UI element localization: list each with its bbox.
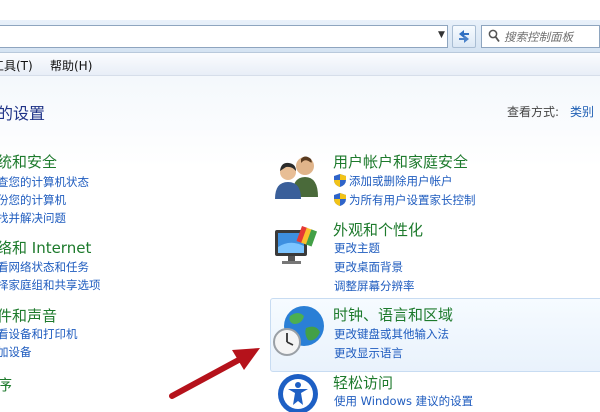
link-change-theme[interactable]: 更改主题: [334, 240, 380, 256]
menu-bar: 工具(T) 帮助(H): [0, 53, 600, 76]
ease-of-access-icon: [278, 374, 318, 412]
category-network-title[interactable]: 络和 Internet: [0, 237, 91, 258]
category-ease-of-access-title[interactable]: 轻松访问: [333, 372, 393, 393]
link-keyboard-input[interactable]: 更改键盘或其他输入法: [334, 326, 449, 342]
refresh-icon: [459, 30, 469, 43]
link-desktop-background[interactable]: 更改桌面背景: [334, 259, 403, 275]
category-user-accounts-title[interactable]: 用户帐户和家庭安全: [333, 151, 468, 172]
chevron-down-icon[interactable]: ▼: [438, 30, 445, 40]
annotation-arrow: [169, 348, 260, 399]
link-troubleshoot[interactable]: 找并解决问题: [0, 210, 66, 226]
link-network-status[interactable]: 看网络状态和任务: [0, 259, 89, 275]
link-homegroup[interactable]: 择家庭组和共享选项: [0, 277, 101, 293]
search-icon: [488, 29, 500, 43]
uac-shield-icon: [334, 193, 346, 206]
monitor-palette-icon: [275, 226, 318, 264]
category-hardware-sound-title[interactable]: 件和声音: [0, 305, 57, 326]
menu-item-tools[interactable]: 工具(T): [0, 57, 33, 74]
category-system-security-title[interactable]: 统和安全: [0, 151, 57, 172]
menu-item-help[interactable]: 帮助(H): [50, 57, 92, 74]
link-display-language[interactable]: 更改显示语言: [334, 345, 403, 361]
refresh-button[interactable]: [452, 25, 476, 48]
link-devices-printers[interactable]: 看设备和打印机: [0, 326, 78, 342]
link-recommended-settings[interactable]: 使用 Windows 建议的设置: [334, 393, 473, 409]
uac-shield-icon: [334, 174, 346, 187]
link-screen-resolution[interactable]: 调整屏幕分辨率: [334, 278, 415, 294]
view-by-dropdown[interactable]: 类别: [570, 103, 594, 120]
link-parental-controls[interactable]: 为所有用户设置家长控制: [349, 192, 476, 208]
category-clock-language-title[interactable]: 时钟、语言和区域: [333, 304, 453, 325]
search-box[interactable]: 搜索控制面板: [481, 25, 600, 48]
link-add-remove-accounts[interactable]: 添加或删除用户帐户: [349, 173, 453, 189]
address-input[interactable]: [0, 25, 448, 48]
link-system-status[interactable]: 查您的计算机状态: [0, 174, 89, 190]
link-backup[interactable]: 份您的计算机: [0, 192, 66, 208]
search-placeholder: 搜索控制面板: [504, 30, 573, 44]
category-appearance-title[interactable]: 外观和个性化: [333, 219, 423, 240]
address-bar: ▼ 搜索控制面板: [0, 20, 600, 53]
page-title: 的设置: [0, 104, 46, 123]
globe-clock-icon: [273, 306, 324, 356]
users-icon: [275, 156, 318, 199]
category-programs-title[interactable]: 序: [0, 374, 12, 395]
link-add-device[interactable]: 加设备: [0, 344, 32, 360]
view-by-label: 查看方式:: [507, 105, 560, 119]
